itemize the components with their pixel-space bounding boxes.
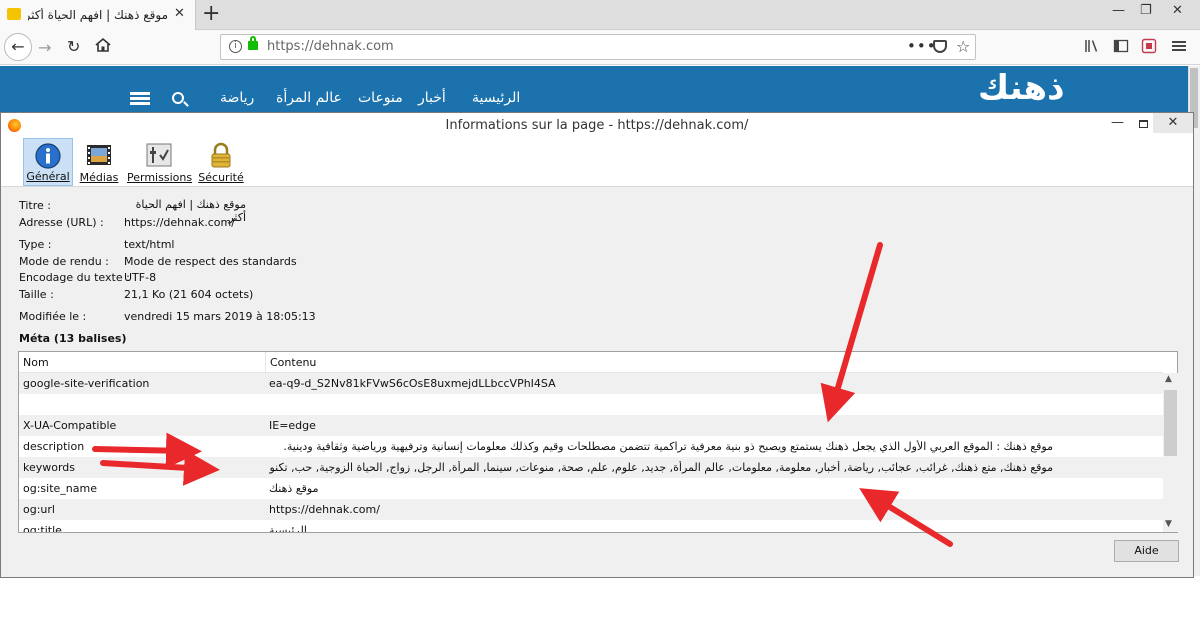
library-icon[interactable] [1084, 38, 1100, 54]
reload-button[interactable]: ↻ [67, 37, 80, 56]
row-content: الرئيسية [269, 524, 307, 532]
browser-tab[interactable]: موقع ذهنك | افهم الحياة أكثر ✕ [0, 0, 196, 30]
secure-lock-icon[interactable] [248, 36, 258, 50]
tab-securite-label: Sécurité [198, 171, 244, 184]
bookmark-star-icon[interactable]: ☆ [956, 37, 970, 56]
window-restore-button[interactable]: ❐ [1140, 3, 1152, 18]
column-header-nom[interactable]: Nom [23, 356, 49, 369]
back-button[interactable]: ← [4, 33, 32, 61]
row-content: IE=edge [269, 419, 316, 432]
forward-button[interactable]: → [38, 38, 51, 57]
field-size-label: Taille : [19, 288, 54, 301]
home-icon[interactable] [95, 37, 111, 53]
row-content: موقع ذهنك [269, 482, 319, 495]
site-info-icon[interactable]: i [229, 40, 242, 53]
site-nav-women[interactable]: عالم المرأة [276, 90, 342, 106]
field-url-value: https://dehnak.com/ [124, 216, 235, 229]
row-content: موقع ذهنك, متع ذهنك, غرائب, عجائب, رياضة… [269, 461, 1053, 474]
dialog-maximize-button[interactable] [1139, 120, 1148, 128]
row-content: موقع ذهنك : الموقع العربي الأول الذي يجع… [283, 440, 1053, 453]
menu-icon[interactable] [1171, 38, 1187, 54]
row-content: ea-q9-d_S2Nv81kFVwS6cOsE8uxmejdLLbccVPhI… [269, 377, 556, 390]
table-scrollbar-thumb[interactable] [1164, 390, 1177, 456]
field-encoding-label: Encodage du texte : [19, 271, 130, 284]
permissions-icon [146, 143, 172, 167]
site-nav-misc[interactable]: منوعات [358, 90, 403, 106]
tab-securite[interactable]: Sécurité [198, 138, 244, 186]
help-button[interactable]: Aide [1114, 540, 1179, 562]
url-text[interactable]: https://dehnak.com [267, 39, 394, 54]
field-size-value: 21,1 Ko (21 604 octets) [124, 288, 254, 301]
field-modified-label: Modifiée le : [19, 310, 87, 323]
field-render-value: Mode de respect des standards [124, 255, 297, 268]
tab-permissions-label: Permissions [127, 171, 193, 184]
sidebar-icon[interactable] [1113, 38, 1129, 54]
tab-general-label: Général [26, 170, 70, 183]
row-name: description [23, 440, 85, 453]
row-name: og:url [23, 503, 55, 516]
field-url-label: Adresse (URL) : [19, 216, 104, 229]
table-row[interactable]: google-site-verification ea-q9-d_S2Nv81k… [19, 373, 1163, 394]
window-close-button[interactable]: ✕ [1172, 3, 1183, 18]
column-header-contenu[interactable]: Contenu [270, 356, 316, 369]
scroll-up-arrow-icon[interactable]: ▲ [1165, 374, 1172, 384]
dialog-close-button[interactable]: ✕ [1153, 113, 1193, 133]
site-nav-news[interactable]: أخبار [418, 90, 446, 106]
row-name: google-site-verification [23, 377, 150, 390]
table-row[interactable]: description موقع ذهنك : الموقع العربي ال… [19, 436, 1163, 457]
site-nav-home[interactable]: الرئيسية [472, 90, 520, 106]
row-name: X-UA-Compatible [23, 419, 117, 432]
site-logo[interactable]: ذهنك [978, 68, 1065, 108]
padlock-icon [211, 142, 231, 168]
meta-heading: Méta (13 balises) [19, 332, 127, 345]
column-divider[interactable] [265, 352, 266, 373]
tab-permissions[interactable]: Permissions [127, 138, 193, 186]
field-title-label: Titre : [19, 199, 52, 212]
site-nav-sports[interactable]: رياضة [220, 90, 254, 106]
pocket-icon[interactable] [933, 40, 947, 53]
field-render-label: Mode de rendu : [19, 255, 109, 268]
film-icon [87, 145, 111, 165]
site-menu-icon[interactable] [130, 92, 150, 106]
site-favicon-icon [7, 8, 21, 20]
row-name: keywords [23, 461, 76, 474]
table-row[interactable]: og:site_name موقع ذهنك [19, 478, 1163, 499]
table-row[interactable] [19, 394, 1163, 415]
row-name: og:title [23, 524, 62, 532]
tab-medias[interactable]: Médias [78, 138, 120, 186]
address-bar[interactable]: i https://dehnak.com ••• ☆ [220, 34, 976, 60]
tab-close-icon[interactable]: ✕ [174, 6, 185, 21]
extension-icon[interactable] [1141, 38, 1157, 54]
tab-general[interactable]: Général [23, 138, 73, 186]
window-minimize-button[interactable]: — [1112, 3, 1125, 18]
table-row[interactable]: og:title الرئيسية [19, 520, 1163, 532]
info-icon [35, 143, 61, 169]
scroll-down-arrow-icon[interactable]: ▼ [1165, 519, 1172, 529]
site-search-icon[interactable] [172, 92, 184, 104]
meta-table-header: Nom Contenu [19, 352, 1163, 373]
dialog-titlebar: Informations sur la page - https://dehna… [1, 113, 1193, 137]
field-modified-value: vendredi 15 mars 2019 à 18:05:13 [124, 310, 316, 323]
field-encoding-value: UTF-8 [124, 271, 157, 284]
new-tab-button[interactable]: + [202, 2, 220, 26]
table-row[interactable]: og:url https://dehnak.com/ [19, 499, 1163, 520]
row-content: https://dehnak.com/ [269, 503, 380, 516]
field-type-value: text/html [124, 238, 175, 251]
table-row[interactable]: keywords موقع ذهنك, متع ذهنك, غرائب, عجا… [19, 457, 1163, 478]
dialog-minimize-button[interactable]: — [1111, 115, 1124, 130]
row-name: og:site_name [23, 482, 97, 495]
field-type-label: Type : [19, 238, 52, 251]
table-row[interactable]: X-UA-Compatible IE=edge [19, 415, 1163, 436]
tab-medias-label: Médias [79, 171, 119, 184]
tab-title: موقع ذهنك | افهم الحياة أكثر [28, 8, 168, 22]
dialog-title: Informations sur la page - https://dehna… [445, 118, 749, 133]
